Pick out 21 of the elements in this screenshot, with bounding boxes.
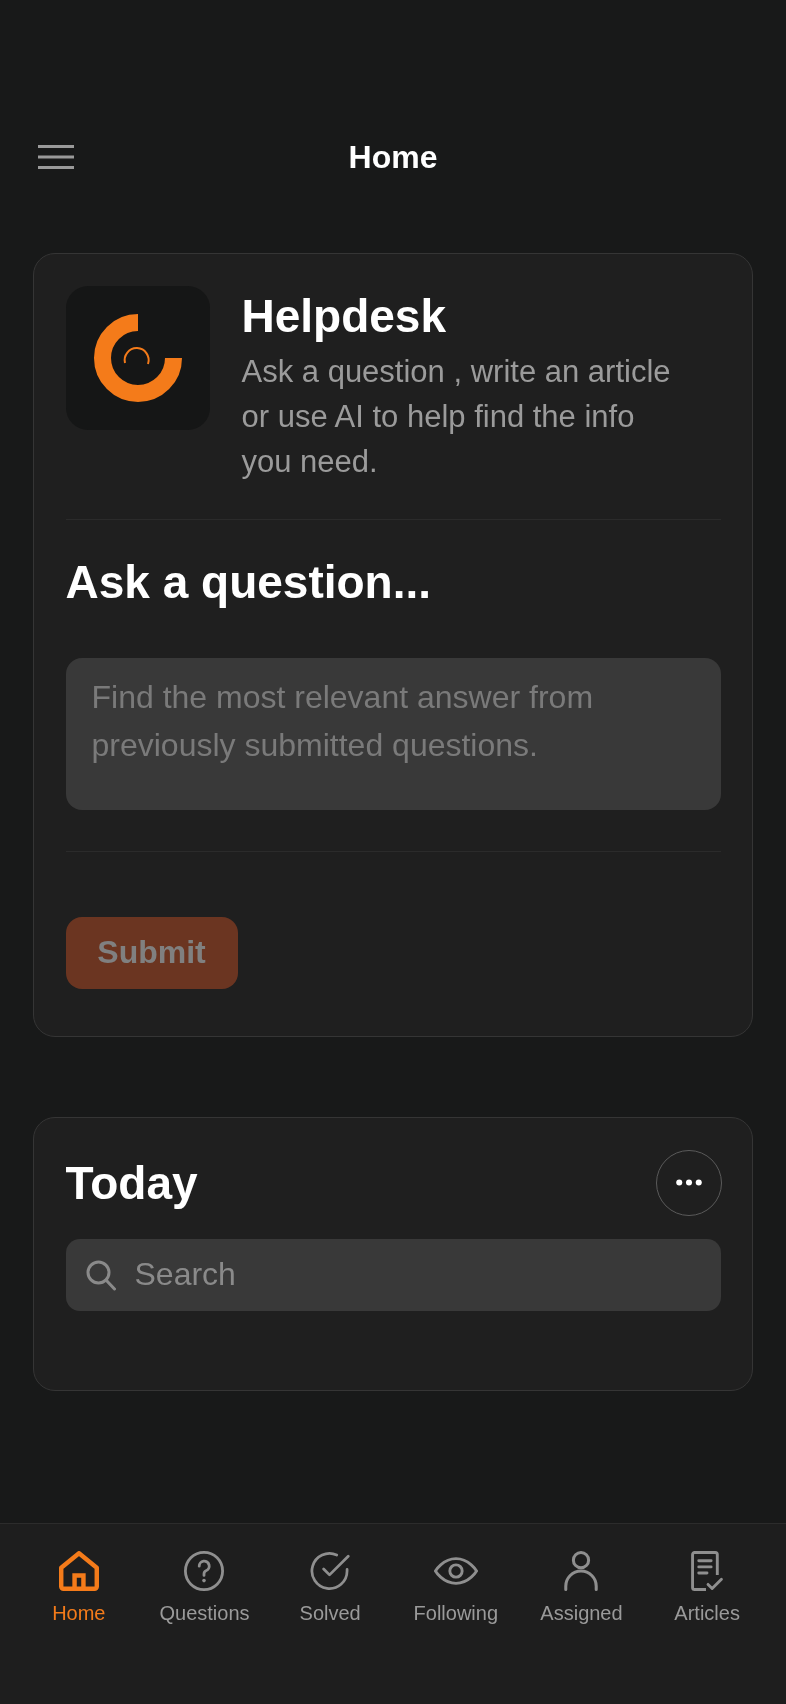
nav-tab[interactable]: Articles bbox=[674, 1549, 740, 1625]
section-heading: Ask a question... bbox=[65, 556, 433, 607]
nav-tab[interactable]: Assigned bbox=[540, 1549, 623, 1625]
nav-tab[interactable]: Questions bbox=[159, 1549, 250, 1625]
section-heading: Today bbox=[65, 1157, 198, 1208]
check-circle-icon bbox=[310, 1551, 351, 1591]
home-icon bbox=[58, 1551, 99, 1591]
logo-icon bbox=[65, 285, 210, 430]
menu-icon[interactable] bbox=[38, 145, 74, 169]
search-field[interactable]: Search bbox=[65, 1238, 721, 1311]
search-icon bbox=[85, 1259, 116, 1291]
question-icon bbox=[184, 1551, 225, 1591]
app-title: Helpdesk bbox=[241, 290, 448, 341]
app-description: Ask a question , write an article or use AI to help find the info you need. bbox=[241, 352, 672, 481]
page-title: Home bbox=[348, 138, 438, 177]
nav-tab[interactable]: Solved bbox=[299, 1549, 361, 1625]
nav-tab[interactable]: Following bbox=[413, 1549, 499, 1625]
eye-icon bbox=[433, 1557, 478, 1585]
nav-tab[interactable]: Home bbox=[52, 1549, 106, 1625]
ellipsis-icon bbox=[675, 1179, 702, 1186]
question-field[interactable]: Find the most relevant answer from previously submitted questions. bbox=[65, 657, 721, 810]
